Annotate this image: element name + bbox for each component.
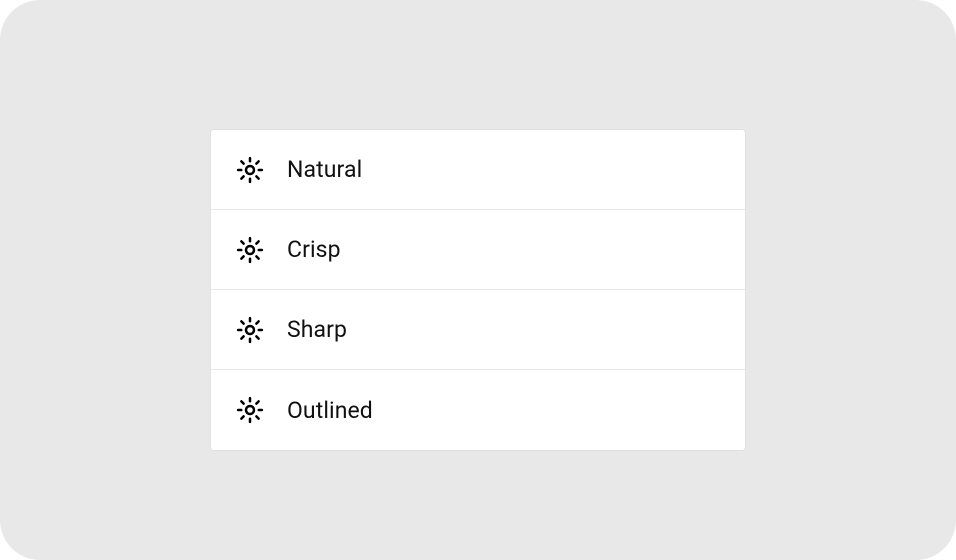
brightness-icon <box>235 315 265 345</box>
style-option-outlined[interactable]: Outlined <box>211 370 745 450</box>
canvas-background: Natural Crisp <box>0 0 956 560</box>
brightness-icon <box>235 155 265 185</box>
brightness-icon <box>235 395 265 425</box>
style-option-label: Sharp <box>287 316 347 343</box>
style-option-label: Outlined <box>287 397 373 424</box>
brightness-icon <box>235 235 265 265</box>
style-option-label: Crisp <box>287 236 341 263</box>
style-option-list: Natural Crisp <box>210 129 746 451</box>
style-option-crisp[interactable]: Crisp <box>211 210 745 290</box>
style-option-sharp[interactable]: Sharp <box>211 290 745 370</box>
style-option-label: Natural <box>287 156 362 183</box>
style-option-natural[interactable]: Natural <box>211 130 745 210</box>
